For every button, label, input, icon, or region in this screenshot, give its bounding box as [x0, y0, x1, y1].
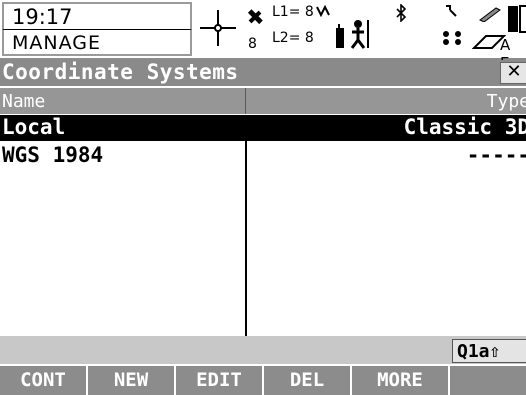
input-mode-indicator: Q1a⇧ [452, 339, 526, 363]
close-button[interactable]: ✕ [500, 62, 526, 84]
page-title: Coordinate Systems [2, 60, 239, 84]
time-display: 19:17 [2, 2, 192, 30]
l1-count: L1= 8 [272, 4, 314, 20]
row-name: Local [2, 115, 66, 139]
table-header: Name Type [0, 88, 526, 114]
network-icon [442, 30, 462, 46]
more-button[interactable]: MORE [352, 366, 450, 395]
position-icon [196, 6, 240, 50]
signal-icon [316, 2, 330, 18]
edit-button[interactable]: EDIT [176, 366, 264, 395]
row-type: ----- [466, 143, 526, 167]
pen-icon [478, 4, 502, 23]
table-row-selected[interactable]: Local Classic 3D [0, 115, 526, 141]
new-button[interactable]: NEW [88, 366, 176, 395]
column-header-name[interactable]: Name [2, 91, 45, 112]
input-bar: Q1a⇧ [0, 336, 526, 364]
softkey-bar: CONT NEW EDIT DEL MORE [0, 366, 526, 395]
link-icon [444, 4, 460, 20]
mode-label: MANAGE [12, 32, 101, 54]
table-row[interactable]: WGS 1984 ----- [0, 143, 526, 169]
input-mode-text: Q1a⇧ [457, 341, 501, 362]
rover-icon [334, 16, 374, 50]
mode-display: MANAGE [2, 30, 192, 56]
empty-softkey[interactable] [450, 366, 526, 395]
l2-count: L2= 8 [272, 30, 314, 46]
column-header-type[interactable]: Type [487, 91, 526, 112]
battery-icon [506, 4, 526, 34]
row-name: WGS 1984 [2, 143, 104, 167]
bluetooth-icon [394, 3, 408, 23]
delete-button[interactable]: DEL [264, 366, 352, 395]
title-bar: Coordinate Systems ✕ [0, 60, 526, 86]
status-bar: 19:17 MANAGE 8 L1= 8 L2= 8 A [0, 0, 526, 72]
clock-time: 19:17 [12, 5, 73, 29]
cont-button[interactable]: CONT [0, 366, 88, 395]
close-icon: ✕ [506, 61, 522, 82]
column-divider-line [245, 140, 247, 336]
row-type: Classic 3D [403, 115, 526, 139]
column-divider [245, 88, 246, 114]
satellite-icon [244, 6, 266, 32]
satellite-count: 8 [248, 36, 257, 52]
